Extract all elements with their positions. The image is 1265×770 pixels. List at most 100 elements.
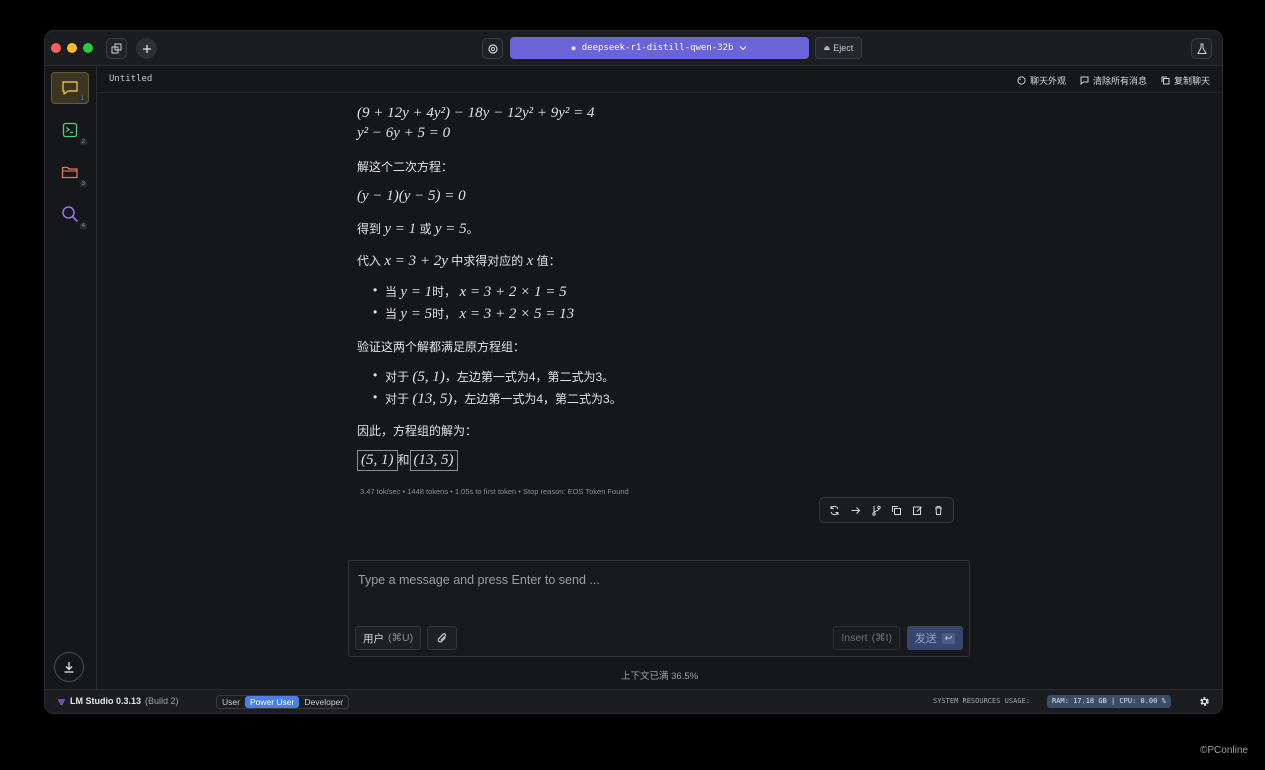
title-bar: ◉ deepseek-r1-distill-qwen-32b ⏏ Eject bbox=[45, 31, 1222, 66]
text-span: 值： bbox=[536, 254, 561, 268]
math-span: y = 5 bbox=[400, 306, 433, 322]
gear-icon bbox=[487, 43, 498, 54]
lab-button[interactable] bbox=[1191, 38, 1212, 59]
text-span: 中求得对应的 bbox=[451, 254, 524, 268]
new-window-button[interactable] bbox=[106, 38, 127, 59]
message-input[interactable]: Type a message and press Enter to send .… bbox=[358, 573, 600, 587]
downloads-button[interactable] bbox=[54, 652, 84, 682]
text-span: 得到 bbox=[357, 222, 382, 236]
maximize-window-button[interactable] bbox=[83, 43, 93, 53]
clear-messages-label: 清除所有消息 bbox=[1092, 76, 1147, 86]
chat-bubble-icon bbox=[62, 81, 78, 95]
insert-button[interactable]: Insert (⌘I) bbox=[833, 626, 900, 650]
sidebar-item-developer[interactable]: 2 bbox=[51, 114, 89, 146]
chevron-down-icon bbox=[740, 46, 747, 51]
model-settings-button[interactable] bbox=[482, 38, 503, 59]
message-composer: Type a message and press Enter to send .… bbox=[348, 560, 970, 657]
mode-developer[interactable]: Developer bbox=[299, 696, 348, 708]
math-span: x = 3 + 2 × 1 = 5 bbox=[459, 284, 567, 300]
eject-button[interactable]: ⏏ Eject bbox=[815, 37, 862, 59]
list-item: 当 y = 5时， x = 3 + 2 × 5 = 13 bbox=[371, 305, 574, 323]
answer-line: (5, 1) 和 (13, 5) bbox=[357, 450, 458, 471]
text-span: 。 bbox=[466, 222, 479, 236]
insert-label: Insert bbox=[841, 632, 868, 644]
branch-icon[interactable] bbox=[871, 505, 882, 516]
regenerate-icon[interactable] bbox=[829, 505, 840, 516]
sidebar-item-number: 3 bbox=[79, 181, 87, 187]
copy-icon bbox=[1161, 76, 1170, 85]
math-span: x = 3 + 2y bbox=[384, 253, 448, 269]
sidebar-item-models[interactable]: 3 bbox=[51, 156, 89, 188]
model-chip-icon: ◉ bbox=[571, 44, 576, 52]
enter-key-icon: ↩ bbox=[941, 632, 956, 644]
text-line: 代入 x = 3 + 2y 中求得对应的 x 值： bbox=[357, 252, 561, 270]
sidebar-item-number: 1 bbox=[78, 96, 86, 102]
list-item: 对于 (5, 1)，左边第一式为4，第二式为3。 bbox=[371, 368, 614, 386]
text-span: 当 bbox=[385, 307, 398, 321]
text-span: 对于 bbox=[385, 370, 410, 384]
chat-title[interactable]: Untitled bbox=[109, 74, 152, 84]
text-span: 对于 bbox=[385, 392, 410, 406]
attach-file-button[interactable] bbox=[427, 626, 457, 650]
math-span: y = 5 bbox=[434, 221, 467, 237]
terminal-icon bbox=[62, 122, 78, 138]
sidebar-item-discover[interactable]: 4 bbox=[51, 198, 89, 230]
app-info: LM Studio 0.3.13 (Build 2) bbox=[57, 696, 179, 706]
settings-gear-icon[interactable] bbox=[1198, 695, 1211, 708]
model-selector[interactable]: ◉ deepseek-r1-distill-qwen-32b bbox=[510, 37, 809, 59]
role-shortcut: (⌘U) bbox=[388, 632, 414, 644]
download-icon bbox=[64, 662, 74, 673]
app-version: LM Studio 0.3.13 bbox=[70, 696, 142, 706]
mode-power-user[interactable]: Power User bbox=[244, 696, 300, 708]
chat-header-actions: 聊天外观 清除所有消息 复制聊天 bbox=[1017, 74, 1210, 87]
text-line: 因此，方程组的解为： bbox=[357, 424, 478, 438]
clear-chat-icon bbox=[1080, 76, 1089, 85]
continue-icon[interactable] bbox=[850, 505, 861, 516]
chat-appearance-label: 聊天外观 bbox=[1029, 76, 1066, 86]
text-span: 时， bbox=[432, 307, 457, 321]
model-name: deepseek-r1-distill-qwen-32b bbox=[581, 43, 734, 53]
close-window-button[interactable] bbox=[51, 43, 61, 53]
chat-header: Untitled 聊天外观 清除所有消息 复制聊天 bbox=[97, 66, 1222, 93]
text-span: 时， bbox=[432, 285, 457, 299]
mode-user[interactable]: User bbox=[217, 696, 245, 708]
search-icon bbox=[62, 206, 79, 223]
boxed-answer: (13, 5) bbox=[409, 450, 458, 471]
text-span: 代入 bbox=[357, 254, 382, 268]
sidebar: 1 2 3 4 bbox=[45, 66, 97, 690]
copy-chat-button[interactable]: 复制聊天 bbox=[1161, 74, 1210, 87]
eject-label: Eject bbox=[833, 43, 854, 53]
trash-icon[interactable] bbox=[933, 505, 944, 516]
context-usage: 上下文已满 36.5% bbox=[621, 671, 699, 682]
new-chat-button[interactable] bbox=[136, 38, 157, 59]
sidebar-item-number: 4 bbox=[79, 223, 87, 229]
math-span: x bbox=[526, 253, 534, 269]
send-label: 发送 bbox=[914, 633, 937, 645]
text-span: ，左边第一式为4，第二式为3。 bbox=[452, 392, 622, 406]
sidebar-item-chat[interactable]: 1 bbox=[51, 72, 89, 104]
math-span: y = 1 bbox=[400, 284, 433, 300]
watermark: ©PConline bbox=[1200, 745, 1248, 756]
role-toggle-button[interactable]: 用户 (⌘U) bbox=[355, 626, 422, 650]
math-span: y = 1 bbox=[384, 221, 417, 237]
sidebar-item-number: 2 bbox=[79, 139, 87, 145]
folder-icon bbox=[61, 166, 78, 179]
eject-icon: ⏏ bbox=[823, 45, 831, 52]
equation-line: (9 + 12y + 4y²) − 18y − 12y² + 9y² = 4 bbox=[357, 105, 595, 121]
chat-appearance-button[interactable]: 聊天外观 bbox=[1017, 74, 1066, 87]
text-line: 得到 y = 1 或 y = 5。 bbox=[357, 220, 479, 238]
equation-line: y² − 6y + 5 = 0 bbox=[357, 125, 451, 141]
copy-icon[interactable] bbox=[891, 505, 902, 516]
minimize-window-button[interactable] bbox=[67, 43, 77, 53]
clear-messages-button[interactable]: 清除所有消息 bbox=[1080, 74, 1147, 87]
watermark-text: PConline bbox=[1207, 745, 1248, 756]
paperclip-icon bbox=[437, 632, 446, 642]
send-button[interactable]: 发送 ↩ bbox=[907, 626, 963, 650]
app-window: ◉ deepseek-r1-distill-qwen-32b ⏏ Eject 1… bbox=[44, 30, 1223, 714]
edit-icon[interactable] bbox=[912, 505, 923, 516]
list-item: 对于 (13, 5)，左边第一式为4，第二式为3。 bbox=[371, 390, 622, 408]
lm-studio-logo-icon bbox=[58, 698, 65, 705]
text-span: 当 bbox=[385, 285, 398, 299]
resources-usage[interactable]: RAM: 17.18 GB | CPU: 0.00 % bbox=[1047, 695, 1171, 708]
message-toolbar bbox=[819, 497, 954, 523]
